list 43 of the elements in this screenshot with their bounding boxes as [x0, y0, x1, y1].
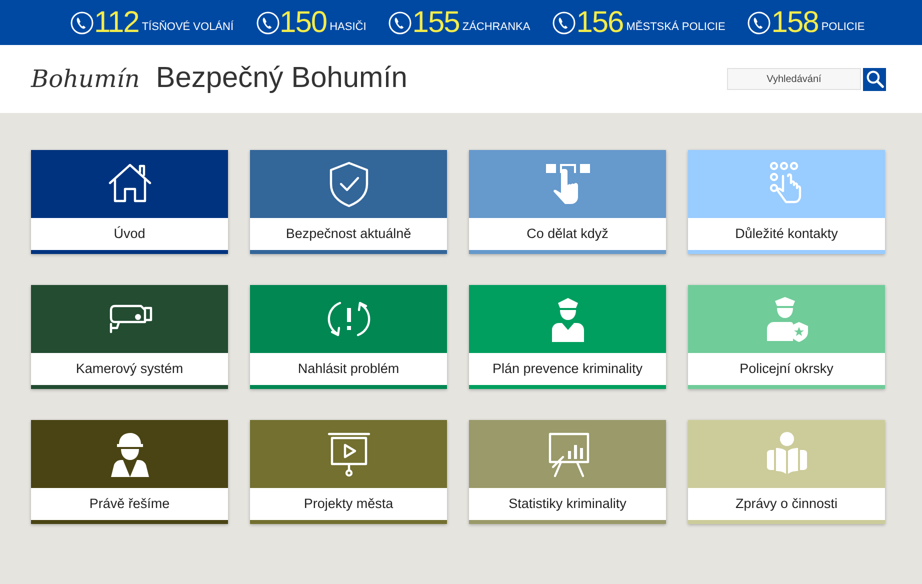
menu-tile[interactable]: Kamerový systém [31, 285, 228, 389]
tile-label: Nahlásit problém [296, 360, 400, 378]
menu-tile[interactable]: Policejní okrsky [688, 285, 885, 389]
phone-icon [70, 10, 94, 34]
phone-icon [388, 10, 412, 34]
search-button[interactable] [863, 68, 886, 90]
tile-label: Bezpečnost aktuálně [284, 224, 412, 243]
menu-tile[interactable]: Plán prevence kriminality [469, 285, 666, 389]
menu-tile[interactable]: Důležité kontakty [688, 150, 885, 254]
phone-number[interactable]: 158 [771, 8, 818, 38]
tile-label: Statistiky kriminality [508, 494, 628, 513]
tile-label: Policejní okrsky [738, 360, 834, 378]
menu-tile[interactable]: Úvod [31, 150, 228, 254]
phone-icon [747, 10, 772, 34]
phone-number[interactable]: 156 [576, 8, 624, 38]
tile-label: Právě řešíme [88, 494, 171, 513]
menu-tile[interactable]: Bezpečnost aktuálně [250, 150, 447, 254]
phone-label: TÍSŇOVÉ VOLÁNÍ [142, 19, 234, 35]
tile-label: Důležité kontakty [734, 224, 839, 243]
menu-tile[interactable]: Co dělat když [469, 150, 666, 254]
site-title: Bezpečný Bohumín [156, 61, 408, 96]
phone-label: MĚSTSKÁ POLICIE [626, 19, 726, 35]
phone-icon [256, 10, 280, 34]
menu-tile[interactable]: Statistiky kriminality [469, 420, 666, 524]
menu-tile[interactable]: Zprávy o činnosti [688, 420, 885, 524]
menu-tile[interactable]: Nahlásit problém [250, 285, 447, 389]
tile-label: Co dělat když [526, 224, 610, 243]
tile-label: Kamerový systém [74, 360, 184, 378]
phone-number[interactable]: 155 [412, 8, 460, 38]
menu-tile[interactable]: Projekty města [250, 420, 447, 524]
tile-label: Úvod [112, 224, 146, 243]
phone-icon [552, 10, 576, 34]
phone-number[interactable]: 150 [280, 8, 327, 38]
tile-label: Projekty města [302, 494, 394, 513]
search-field[interactable]: Vyhledávání [727, 68, 861, 90]
phone-label: ZÁCHRANKA [462, 20, 530, 35]
phone-number[interactable]: 112 [94, 8, 139, 38]
menu-tile[interactable]: Právě řešíme [31, 420, 228, 524]
phone-label: HASIČI [330, 19, 366, 35]
logo[interactable]: Bohumín [31, 61, 140, 97]
phone-label: POLICIE [821, 20, 865, 35]
tile-label: Plán prevence kriminality [491, 360, 644, 378]
tile-label: Zprávy o činnosti [734, 494, 839, 513]
